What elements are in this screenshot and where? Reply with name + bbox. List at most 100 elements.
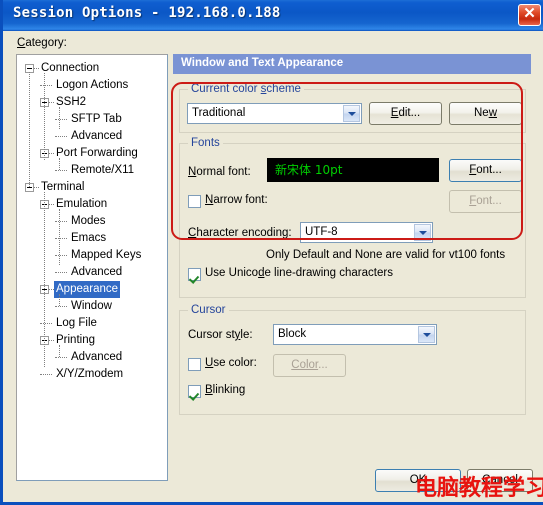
tree-connector [55, 238, 67, 240]
window-title: Session Options - 192.168.0.188 [13, 5, 281, 21]
tree-item-label: Connection [41, 62, 100, 74]
tree-guide [59, 294, 61, 306]
blinking-label-mnemonic: B [205, 384, 213, 396]
tree-item-label: Window [71, 300, 112, 312]
tree-item-port-forwarding[interactable]: Port Forwarding [17, 145, 167, 162]
fonts-group-title: Fonts [188, 137, 223, 149]
tree-item-advanced[interactable]: Advanced [17, 128, 167, 145]
tree-item-label: Advanced [71, 130, 123, 142]
category-label: Category: [17, 37, 67, 49]
encoding-hint: Only Default and None are valid for vt10… [266, 249, 506, 261]
new-button-mnemonic: w [488, 107, 497, 119]
color-button-rest: ... [318, 359, 328, 371]
normal-font-button[interactable]: Font... [449, 159, 522, 182]
new-button-a: Ne [473, 107, 489, 119]
tree-item-label: Terminal [41, 181, 85, 193]
unicode-label-c: e line-drawing characters [264, 267, 393, 279]
cursor-group-title: Cursor [188, 304, 229, 316]
normal-font-button-rest: ont... [476, 164, 502, 176]
unicode-linedraw-checkbox[interactable] [188, 268, 201, 281]
tree-item-ssh2[interactable]: SSH2 [17, 94, 167, 111]
blinking-checkbox[interactable] [188, 385, 201, 398]
normal-font-sample-text: 新宋体 10pt [275, 163, 343, 177]
tree-item-modes[interactable]: Modes [17, 213, 167, 230]
color-scheme-combo[interactable]: Traditional [187, 103, 362, 124]
ok-button[interactable]: OK [375, 469, 461, 492]
use-color-label: Use color: [205, 357, 257, 369]
narrow-font-button: Font... [449, 190, 522, 213]
tree-connector [55, 357, 67, 359]
tree-guide [44, 192, 46, 367]
tree-item-label: Emacs [71, 232, 107, 244]
cursor-style-label-a: Cursor st [188, 329, 235, 341]
color-scheme-title-a: Current color [191, 83, 261, 95]
tree-guide [29, 72, 31, 187]
chevron-down-icon[interactable] [418, 326, 435, 343]
tree-item-log-file[interactable]: Log File [17, 315, 167, 332]
close-icon[interactable]: ✕ [518, 4, 541, 26]
narrow-font-checkbox[interactable] [188, 195, 201, 208]
tree-connector [40, 85, 52, 87]
tree-connector [40, 374, 52, 376]
tree-item-sftp-tab[interactable]: SFTP Tab [17, 111, 167, 128]
unicode-linedraw-label: Use Unicode line-drawing characters [205, 267, 393, 279]
tree-item-label: X/Y/Zmodem [56, 368, 124, 380]
unicode-label-a: Use Unico [205, 267, 259, 279]
tree-item-emulation[interactable]: Emulation [17, 196, 167, 213]
blinking-label: Blinking [205, 384, 245, 396]
tree-item-label: Advanced [71, 351, 123, 363]
tree-item-logon-actions[interactable]: Logon Actions [17, 77, 167, 94]
tree-item-advanced[interactable]: Advanced [17, 264, 167, 281]
category-tree-panel[interactable]: Connection Logon Actions SSH2 SFTP Tab Advan… [16, 54, 168, 481]
blinking-label-rest: linking [212, 384, 246, 396]
use-color-checkbox[interactable] [188, 358, 201, 371]
tree-item-appearance[interactable]: Appearance [17, 281, 167, 298]
chevron-down-icon[interactable] [343, 105, 360, 122]
tree-item-mapped-keys[interactable]: Mapped Keys [17, 247, 167, 264]
cursor-group: Cursor Cursor style: Block Use color: Co… [179, 304, 526, 415]
tree-item-label: Appearance [54, 281, 121, 298]
color-scheme-group-title: Current color scheme [188, 83, 304, 95]
dialog-body: Category: Connection Logon Actions SSH2 SFT… [6, 31, 543, 502]
tree-connector [55, 255, 67, 257]
new-scheme-button[interactable]: New [449, 102, 522, 125]
tree-item-terminal[interactable]: Terminal [17, 179, 167, 196]
tree-item-emacs[interactable]: Emacs [17, 230, 167, 247]
tree-item-label: SFTP Tab [71, 113, 122, 125]
cursor-style-value: Block [278, 328, 307, 340]
narrow-font-label: Narrow font: [205, 194, 268, 206]
tree-connector [55, 119, 67, 121]
edit-scheme-button[interactable]: Edit... [369, 102, 442, 125]
cursor-style-label: Cursor style: [188, 329, 253, 341]
tree-item-remote-x11[interactable]: Remote/X11 [17, 162, 167, 179]
tree-connector [40, 323, 52, 325]
title-bar: Session Options - 192.168.0.188 ✕ [3, 0, 543, 31]
chevron-down-icon[interactable] [414, 224, 431, 241]
cursor-color-button: Color... [273, 354, 346, 377]
normal-font-sample: 新宋体 10pt [267, 158, 439, 182]
tree-item-label: Mapped Keys [71, 249, 142, 261]
close-glyph: ✕ [523, 5, 536, 22]
tree-connector [55, 170, 67, 172]
cursor-style-combo[interactable]: Block [273, 324, 437, 345]
encoding-value: UTF-8 [305, 226, 338, 238]
use-color-label-rest: se color: [213, 357, 257, 369]
color-scheme-value: Traditional [192, 107, 246, 119]
normal-font-label-rest: ormal font: [196, 166, 251, 178]
window-frame: Session Options - 192.168.0.188 ✕ Catego… [0, 0, 543, 505]
tree-item-label: Log File [56, 317, 97, 329]
narrow-font-label-rest: arrow font: [213, 194, 268, 206]
tree-item-connection[interactable]: Connection [17, 60, 167, 77]
tree-item-advanced[interactable]: Advanced [17, 349, 167, 366]
normal-font-label: Normal font: [188, 166, 251, 178]
tree-item-printing[interactable]: Printing [17, 332, 167, 349]
tree-connector [55, 136, 67, 138]
tree-item-label: Emulation [56, 198, 108, 210]
tree-item-x-y-zmodem[interactable]: X/Y/Zmodem [17, 366, 167, 383]
fonts-group: Fonts Normal font: 新宋体 10pt Font... Narr… [179, 137, 526, 298]
tree-item-window[interactable]: Window [17, 298, 167, 315]
encoding-combo[interactable]: UTF-8 [300, 222, 433, 243]
cancel-button[interactable]: Cancel [467, 469, 533, 492]
tree-connector [55, 221, 67, 223]
color-scheme-title-c: cheme [266, 83, 301, 95]
